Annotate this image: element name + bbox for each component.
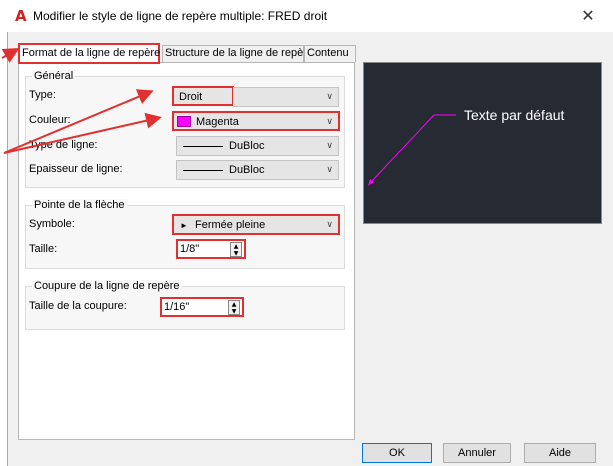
symbol-value: Fermée pleine (194, 219, 266, 231)
symbol-select[interactable]: ► Fermée pleine ∨ (172, 214, 340, 235)
autocad-app-icon: A (15, 7, 27, 25)
landing-break-group-title: Coupure de la ligne de repère (32, 280, 182, 292)
break-size-value: 1/16" (164, 301, 190, 313)
spin-up-icon[interactable]: ▲ (231, 243, 241, 250)
arrow-size-label: Taille: (29, 243, 58, 255)
type-select[interactable]: Droit (172, 86, 234, 106)
ok-button[interactable]: OK (362, 443, 432, 463)
tab-panel: Général Type: Droit ∨ Couleur: Magenta ∨… (18, 62, 355, 440)
preview-pane: Texte par défaut (363, 62, 602, 224)
cancel-button[interactable]: Annuler (443, 443, 511, 463)
lineweight-label: Epaisseur de ligne: (29, 163, 123, 175)
linetype-label: Type de ligne: (29, 139, 98, 151)
dialog-title: Modifier le style de ligne de repère mul… (33, 9, 328, 23)
tab-leader-structure[interactable]: Structure de la ligne de repère (162, 45, 313, 62)
help-button[interactable]: Aide (524, 443, 596, 463)
filled-arrow-icon: ► (180, 221, 188, 230)
type-select-dropdown[interactable]: ∨ (233, 87, 339, 107)
chevron-down-icon: ∨ (326, 117, 333, 127)
linetype-value: DuBloc (229, 140, 265, 152)
line-sample-icon (183, 170, 223, 171)
arrow-size-spinner[interactable]: 1/8" ▲ ▼ (176, 239, 246, 259)
chevron-down-icon: ∨ (326, 92, 333, 102)
chevron-down-icon: ∨ (326, 220, 333, 230)
tab-content[interactable]: Contenu (304, 45, 356, 62)
lineweight-select[interactable]: DuBloc ∨ (176, 160, 339, 180)
leader-preview-graphic (368, 114, 456, 186)
close-button[interactable]: ✕ (571, 4, 605, 28)
symbol-label: Symbole: (29, 218, 75, 230)
type-value: Droit (179, 91, 203, 103)
general-group-title: Général (32, 70, 76, 82)
lineweight-value: DuBloc (229, 164, 265, 176)
arrow-size-value: 1/8" (180, 243, 200, 255)
color-swatch (177, 116, 191, 127)
type-label: Type: (29, 89, 56, 101)
spin-down-icon[interactable]: ▼ (229, 308, 239, 315)
break-size-spinner[interactable]: 1/16" ▲ ▼ (160, 297, 244, 317)
line-sample-icon (183, 146, 223, 147)
chevron-down-icon: ∨ (326, 141, 333, 151)
arrowhead-group-title: Pointe de la flèche (32, 199, 127, 211)
spin-buttons[interactable]: ▲ ▼ (228, 300, 240, 315)
arrowhead-group: Pointe de la flèche Symbole: ► Fermée pl… (25, 199, 345, 269)
spin-down-icon[interactable]: ▼ (231, 250, 241, 257)
color-select[interactable]: Magenta ∨ (172, 111, 340, 131)
chevron-down-icon: ∨ (326, 165, 333, 175)
color-label: Couleur: (29, 114, 71, 126)
tab-leader-format[interactable]: Format de la ligne de repère (18, 43, 160, 64)
preview-text: Texte par défaut (464, 107, 565, 123)
spin-up-icon[interactable]: ▲ (229, 301, 239, 308)
landing-break-group: Coupure de la ligne de repère Taille de … (25, 280, 345, 330)
spin-buttons[interactable]: ▲ ▼ (230, 242, 242, 257)
break-size-label: Taille de la coupure: (29, 300, 127, 312)
linetype-select[interactable]: DuBloc ∨ (176, 136, 339, 156)
color-value: Magenta (196, 116, 239, 128)
general-group: Général Type: Droit ∨ Couleur: Magenta ∨… (25, 70, 345, 188)
